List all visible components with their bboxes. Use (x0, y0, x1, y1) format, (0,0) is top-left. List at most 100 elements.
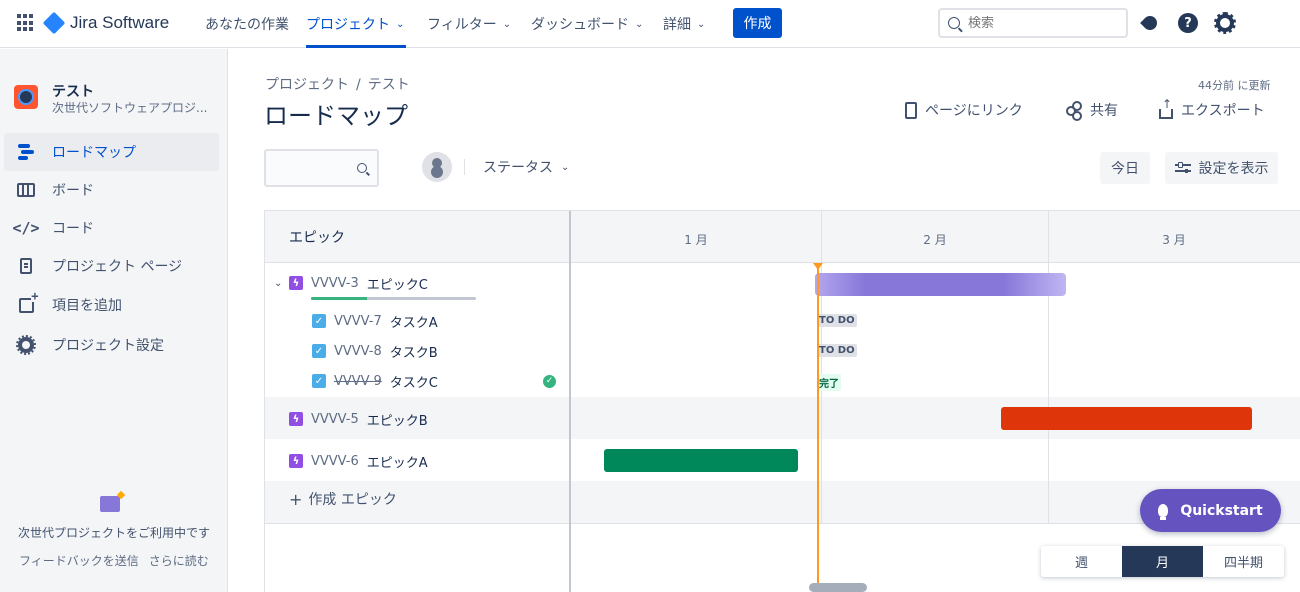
issue-summary: タスクC (389, 375, 438, 391)
export-icon (1159, 97, 1173, 119)
epic-row-vvvv-3[interactable]: ⌄ ϟ VVVV-3 エピックC (265, 271, 570, 295)
sidebar-item-add-item[interactable]: 項目を追加 (4, 286, 219, 324)
sidebar-footer-links: フィードバックを送信 さらに読む (19, 552, 219, 569)
quickstart-button[interactable]: Quickstart (1140, 489, 1281, 532)
nav-filters[interactable]: フィルター ⌄ (427, 0, 511, 48)
settings-gear-icon[interactable] (1214, 12, 1236, 34)
sidebar-item-code[interactable]: </> コード (4, 209, 219, 247)
view-settings-button[interactable]: 設定を表示 (1165, 152, 1278, 184)
task-checkbox-icon: ✓ (312, 374, 326, 388)
page-link-icon (905, 101, 917, 119)
create-epic-label: 作成 エピック (308, 492, 397, 508)
roadmap-icon (16, 142, 36, 162)
issue-summary: タスクA (389, 315, 438, 331)
issue-summary: エピックB (366, 413, 428, 429)
add-people-icon[interactable] (422, 152, 452, 182)
status-filter-dropdown[interactable]: ステータス ⌄ (483, 157, 569, 177)
nav-more[interactable]: 詳細 ⌄ (663, 0, 705, 48)
chevron-down-icon[interactable]: ⌄ (274, 278, 282, 289)
search-icon (948, 17, 960, 29)
issue-key: VVVV-5 (311, 411, 359, 427)
nav-projects[interactable]: プロジェクト ⌄ (306, 0, 406, 48)
project-name[interactable]: テスト (52, 81, 94, 101)
sidebar-item-project-settings[interactable]: プロジェクト設定 (4, 326, 219, 364)
issue-key: VVVV-3 (311, 275, 359, 291)
epic-progress-fill (311, 297, 368, 300)
export-button[interactable]: エクスポート (1159, 97, 1265, 120)
sidebar-item-label: 項目を追加 (52, 298, 122, 314)
share-button[interactable]: 共有 (1066, 100, 1118, 120)
sidebar-item-label: プロジェクト設定 (52, 338, 164, 354)
create-button[interactable]: 作成 (733, 8, 782, 38)
roadmap-search[interactable] (264, 149, 379, 187)
task-row-vvvv-7[interactable]: ✓ VVVV-7 タスクA (265, 309, 570, 333)
chevron-down-icon: ⌄ (396, 18, 405, 30)
epic-bar-vvvv-5[interactable] (1001, 407, 1252, 430)
status-lozenge-todo: TO DO (817, 344, 857, 357)
timescale-weeks[interactable]: 週 (1041, 546, 1122, 577)
sidebar-item-label: プロジェクト ページ (52, 259, 183, 275)
roadmap-search-input[interactable] (266, 151, 346, 185)
search-icon (357, 163, 367, 173)
code-icon: </> (12, 219, 40, 237)
timescale-quarters[interactable]: 四半期 (1203, 546, 1284, 577)
jira-logo[interactable]: Jira Software (42, 11, 169, 35)
epic-progress-bar (311, 297, 476, 300)
project-avatar (14, 85, 38, 109)
epic-column-header: エピック (265, 211, 570, 263)
last-updated: 44分前 に更新 (1198, 79, 1271, 92)
roadmap-timeline: エピック 1 月 2 月 3 月 ⌄ ϟ VVVV-3 エピックC ✓ VVVV… (264, 210, 1300, 592)
folder-sparkle-icon (100, 496, 120, 512)
nav-your-work[interactable]: あなたの作業 (205, 0, 289, 48)
export-label: エクスポート (1181, 103, 1265, 119)
project-type: 次世代ソフトウェアプロジ... (52, 101, 208, 115)
notifications-rocket-icon[interactable] (1139, 12, 1161, 34)
send-feedback-link[interactable]: フィードバックを送信 (19, 554, 139, 568)
global-search-input[interactable] (968, 15, 1118, 31)
jira-diamond-icon (42, 11, 66, 35)
epic-bar-vvvv-3[interactable] (815, 273, 1066, 296)
timescale-months[interactable]: 月 (1122, 546, 1203, 577)
sidebar-item-project-pages[interactable]: プロジェクト ページ (4, 247, 219, 285)
today-button[interactable]: 今日 (1100, 152, 1150, 184)
task-row-vvvv-8[interactable]: ✓ VVVV-8 タスクB (265, 339, 570, 363)
timescale-toggle: 週 月 四半期 (1041, 546, 1284, 577)
timeline-header: 1 月 2 月 3 月 (570, 211, 1300, 263)
share-label: 共有 (1090, 103, 1118, 119)
share-icon (1066, 101, 1082, 119)
issue-summary: エピックC (366, 277, 428, 293)
today-line (817, 263, 819, 592)
page-title: ロードマップ (264, 102, 408, 130)
month-divider (821, 211, 822, 523)
next-gen-notice: 次世代プロジェクトをご利用中です (17, 526, 210, 540)
task-row-vvvv-9[interactable]: ✓ VVVV-9 タスクC ✓ (265, 369, 570, 393)
apps-grid-icon[interactable] (17, 14, 35, 32)
epic-row-vvvv-5[interactable]: ϟ VVVV-5 エピックB (265, 407, 570, 431)
sidebar-item-board[interactable]: ボード (4, 171, 219, 209)
epic-row-vvvv-6[interactable]: ϟ VVVV-6 エピックA (265, 449, 570, 473)
chevron-down-icon: ⌄ (697, 18, 706, 30)
breadcrumb-projects[interactable]: プロジェクト (265, 77, 349, 93)
nav-dashboards[interactable]: ダッシュボード ⌄ (531, 0, 643, 48)
breadcrumb-project[interactable]: テスト (368, 77, 410, 93)
issue-key: VVVV-6 (311, 453, 359, 469)
global-search[interactable] (938, 8, 1128, 38)
task-checkbox-icon: ✓ (312, 314, 326, 328)
view-settings-label: 設定を表示 (1198, 161, 1269, 177)
issue-summary: タスクB (389, 345, 438, 361)
page-link-button[interactable]: ページにリンク (905, 100, 1023, 120)
month-label-mar: 3 月 (1162, 233, 1186, 247)
horizontal-scrollbar[interactable] (809, 583, 867, 592)
chevron-down-icon: ⌄ (502, 18, 512, 30)
done-check-icon: ✓ (543, 374, 556, 388)
sidebar-item-roadmap[interactable]: ロードマップ (4, 133, 219, 171)
board-icon (16, 180, 36, 200)
help-icon[interactable]: ? (1177, 12, 1199, 34)
epic-bar-vvvv-6[interactable] (604, 449, 798, 472)
create-epic-button[interactable]: + 作成 エピック (289, 489, 397, 509)
sidebar-item-label: コード (52, 221, 94, 237)
read-more-link[interactable]: さらに読む (149, 554, 209, 568)
epic-lightning-icon: ϟ (289, 412, 303, 426)
column-divider[interactable] (569, 211, 571, 592)
page-icon (16, 256, 36, 276)
